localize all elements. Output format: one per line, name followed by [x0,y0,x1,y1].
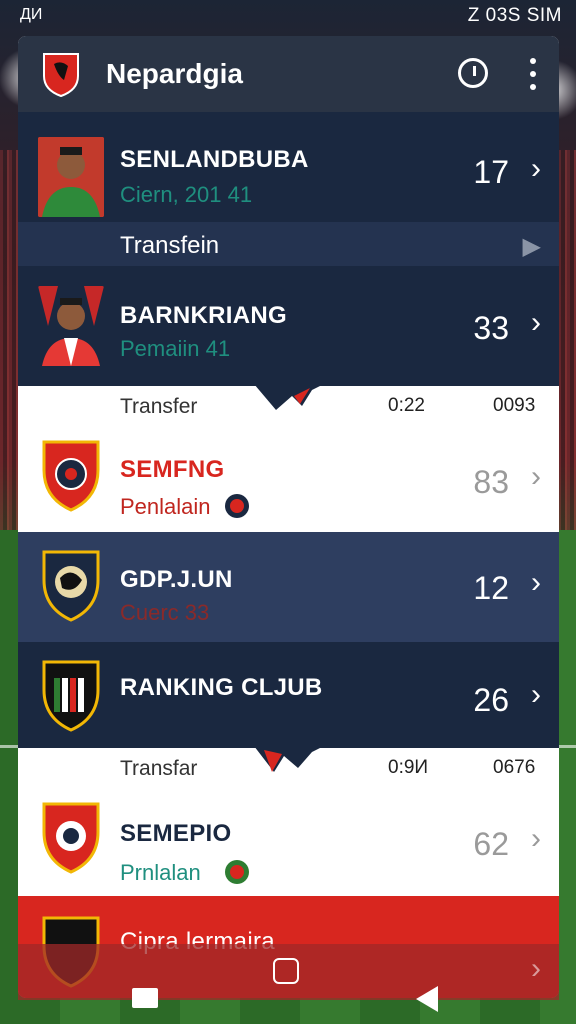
item-name: SEMFNG [120,456,225,483]
player-photo [38,137,104,217]
item-meta: Pemaiin 41 [120,336,231,361]
list-item[interactable]: SEMEPIO Prnlalan 62 › [18,788,559,896]
history-icon[interactable] [458,58,488,88]
transfer-count: 0676 [493,757,536,778]
more-vert-icon[interactable] [526,56,540,92]
item-value: 62 [473,826,509,862]
item-name: GDP.J.UN [120,566,233,593]
status-bar: ДИ Z 03S SIM [0,0,576,32]
bottom-nav-bar: › [18,944,559,1000]
item-value: 12 [473,570,509,606]
app-header: Nepardgia [18,36,559,112]
app-title: Nepardgia [106,58,243,89]
chevron-right-icon: › [531,822,541,855]
status-right: Z 03S SIM [467,5,562,26]
item-value: 33 [473,310,509,346]
system-nav-bar [0,986,576,1024]
transfer-subrow[interactable]: Transfein ▶ [18,222,559,266]
badge-icon [225,860,249,884]
chevron-right-icon: › [531,952,541,985]
home-button-icon[interactable] [273,958,299,984]
chevron-right-icon: › [531,306,541,339]
transfer-label: Transfein [120,232,220,259]
club-crest-icon [42,440,100,512]
transfer-count: 0093 [493,395,536,416]
item-meta: Cuerc 33 [120,600,210,625]
item-meta: Prnlalan [120,860,201,885]
chevron-right-icon: › [531,152,541,185]
transfer-label: Transfer [120,395,198,418]
club-crest-icon [42,550,100,622]
back-icon[interactable] [416,986,438,1012]
list-item[interactable]: BARNKRIANG Pemaiin 41 33 › [18,266,559,386]
item-name: BARNKRIANG [120,302,287,329]
chevron-right-icon: › [531,460,541,493]
chevron-right-icon: › [531,566,541,599]
item-value: 26 [473,682,509,718]
badge-icon [225,494,249,518]
club-logo-icon [43,53,79,98]
transfer-time: 0:22 [388,395,425,416]
chevron-right-icon: › [531,678,541,711]
item-value: 83 [473,464,509,500]
list-item[interactable]: SENLANDBUBA Ciern, 201 41 17 › [18,112,559,222]
player-photo [38,286,104,366]
transfer-time: 0:9И [388,757,429,778]
item-meta: Penlalain [120,494,211,519]
item-name: RANKING CLJUB [120,674,323,701]
app-panel: Nepardgia SENLANDBUBA Ciern, 201 41 17 ›… [18,36,559,998]
notch-decoration [254,384,324,410]
item-name: SEMEPIO [120,820,232,847]
list-item[interactable]: RANKING CLJUB 26 › [18,642,559,748]
club-crest-icon [42,802,100,874]
play-icon: ▶ [522,233,541,260]
club-crest-icon [42,660,100,732]
recents-icon[interactable] [132,988,158,1008]
item-name: SENLANDBUBA [120,146,309,173]
list-item[interactable]: SEMFNG Penlalain 83 › [18,426,559,532]
item-meta: Ciern, 201 41 [120,182,253,207]
status-left: ДИ [20,6,43,23]
item-value: 17 [473,154,509,190]
notch-decoration [254,746,324,772]
transfer-label: Transfar [120,757,198,780]
list-item[interactable]: GDP.J.UN Cuerc 33 12 › [18,532,559,642]
